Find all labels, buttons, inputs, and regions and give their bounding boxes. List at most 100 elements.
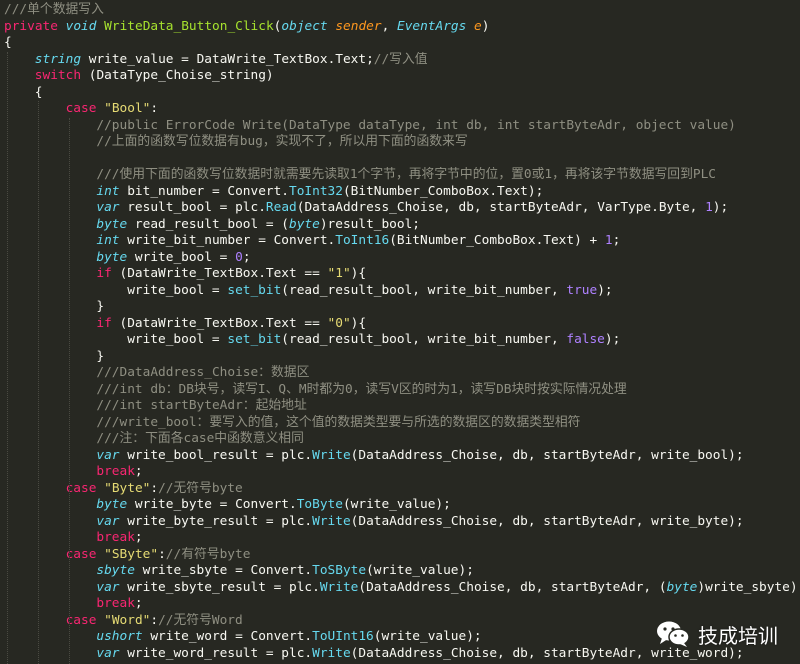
indent-guide xyxy=(68,117,70,664)
code-token: void xyxy=(65,18,105,34)
code-token: ToByte xyxy=(296,497,343,512)
code-token: "1" xyxy=(327,266,351,281)
code-line: break; xyxy=(0,464,800,481)
code-token: 0 xyxy=(235,249,243,265)
code-token: int xyxy=(96,183,128,199)
code-token: (read_result_bool, write_bit_number, xyxy=(281,332,567,347)
code-editor[interactable]: ///单个数据写入 private void WriteData_Button_C… xyxy=(0,0,800,664)
code-token: result_bool = plc. xyxy=(127,200,266,215)
code-token: true xyxy=(566,282,598,298)
code-token: ///单个数据写入 xyxy=(4,2,104,17)
code-token: case xyxy=(65,612,105,628)
code-token: byte xyxy=(289,216,320,232)
code-token: var xyxy=(96,200,128,215)
code-token: write_sbyte_result = plc. xyxy=(127,579,320,595)
code-token: Write xyxy=(319,579,359,595)
code-token: e xyxy=(474,18,482,34)
code-token: //上面的函数写位数据有bug，实现不了，所以用下面的函数来写 xyxy=(96,134,468,149)
code-token: ToSByte xyxy=(312,563,367,578)
code-token: (write_value); xyxy=(373,629,482,644)
code-token: (BitNumber_ComboBox.Text); xyxy=(342,183,544,199)
code-line: ///int db：DB块号，读写I、Q、M时都为0，读写V区的时为1，读写DB… xyxy=(0,382,800,399)
code-token: (DataAddress_Choise, db, startByteAdr, ( xyxy=(358,579,667,595)
indent-guide xyxy=(7,51,8,664)
code-token: sender xyxy=(335,18,382,34)
watermark: 技成培训 xyxy=(656,616,778,652)
code-token: (BitNumber_ComboBox.Text) + xyxy=(389,233,605,248)
code-line: byte write_bool = 0; xyxy=(0,250,800,267)
code-token: bit_number = Convert. xyxy=(127,183,290,199)
code-token: (DataWrite_TextBox.Text == xyxy=(119,266,328,281)
code-token: read_result_bool = ( xyxy=(134,216,290,232)
code-line: { xyxy=(0,85,800,102)
code-token: write_bit_number = Convert. xyxy=(127,233,336,248)
code-token: (DataWrite_TextBox.Text == xyxy=(119,315,328,331)
code-token: : xyxy=(150,480,159,496)
code-token: write_word_result = plc. xyxy=(127,645,313,661)
code-token: "Bool" xyxy=(104,101,151,116)
code-line: var write_sbyte_result = plc.Write(DataA… xyxy=(0,580,800,597)
code-token: ; xyxy=(134,530,143,545)
code-token: "Word" xyxy=(104,612,151,628)
code-line: ///write_bool：要写入的值，这个值的数据类型要与所选的数据区的数据类… xyxy=(0,415,800,432)
code-token: byte xyxy=(666,579,698,595)
code-token: Write xyxy=(312,645,351,661)
code-token: ) xyxy=(481,18,490,34)
code-token: write_word = Convert. xyxy=(150,629,313,644)
code-token: (write_value); xyxy=(342,497,451,512)
code-token: ///注：下面各case中函数意义相同 xyxy=(96,431,304,446)
code-token: write_bool = xyxy=(127,282,228,298)
code-token: } xyxy=(96,299,105,314)
code-token: )write_sbyte); xyxy=(697,579,800,595)
code-token: WriteData_Button_Click xyxy=(104,18,274,34)
code-line: } xyxy=(0,299,800,316)
code-line: byte read_result_bool = (byte)result_boo… xyxy=(0,217,800,234)
code-line: ///注：下面各case中函数意义相同 xyxy=(0,431,800,448)
code-token: ToInt32 xyxy=(289,183,343,199)
code-token: case xyxy=(65,480,105,496)
wechat-icon xyxy=(656,620,690,648)
code-token: set_bit xyxy=(227,332,282,347)
code-token: var xyxy=(96,579,128,595)
code-token: break xyxy=(96,464,135,479)
code-line: ///int startByteAdr：起始地址 xyxy=(0,398,800,415)
code-line: ///使用下面的函数写位数据时就需要先读取1个字节，再将字节中的位，置0或1，再… xyxy=(0,167,800,184)
code-token: ){ xyxy=(350,315,367,331)
code-token: { xyxy=(34,84,43,100)
code-token: byte xyxy=(96,497,135,512)
code-token: (DataAddress_Choise, db, startByteAdr, w… xyxy=(350,513,744,529)
code-token: //写入值 xyxy=(373,51,428,67)
code-line: case "Bool": xyxy=(0,101,800,118)
code-line: break; xyxy=(0,530,800,547)
code-token: ToInt16 xyxy=(335,233,390,248)
code-line: byte write_byte = Convert.ToByte(write_v… xyxy=(0,497,800,514)
code-token: case xyxy=(65,546,105,562)
code-token: false xyxy=(566,332,605,347)
code-token: 1 xyxy=(604,233,613,248)
code-token: "Byte" xyxy=(104,480,151,496)
code-token: ); xyxy=(597,282,613,298)
code-line: var write_byte_result = plc.Write(DataAd… xyxy=(0,514,800,531)
code-token: write_byte_result = plc. xyxy=(127,513,313,529)
code-line: case "SByte"://有符号byte xyxy=(0,547,800,564)
code-token: ); xyxy=(712,200,729,215)
code-line: write_bool = set_bit(read_result_bool, w… xyxy=(0,283,800,300)
code-token: : xyxy=(150,612,159,628)
code-token: set_bit xyxy=(227,282,282,298)
code-token: : xyxy=(158,546,166,562)
code-token: sbyte xyxy=(96,563,143,578)
code-token: switch xyxy=(34,68,89,83)
code-token: ///int startByteAdr：起始地址 xyxy=(96,398,307,413)
code-line: int write_bit_number = Convert.ToInt16(B… xyxy=(0,233,800,250)
code-line: var write_bool_result = plc.Write(DataAd… xyxy=(0,448,800,465)
code-token: //有符号byte xyxy=(165,546,251,562)
code-token: if xyxy=(96,315,120,331)
code-token: )result_bool; xyxy=(319,216,421,232)
code-token: write_bool = xyxy=(127,332,228,347)
watermark-text: 技成培训 xyxy=(698,623,778,648)
code-line: private void WriteData_Button_Click(obje… xyxy=(0,19,800,36)
code-token: int xyxy=(96,233,128,248)
code-token: } xyxy=(96,348,105,364)
code-line: write_bool = set_bit(read_result_bool, w… xyxy=(0,332,800,349)
code-token: byte xyxy=(96,249,135,265)
